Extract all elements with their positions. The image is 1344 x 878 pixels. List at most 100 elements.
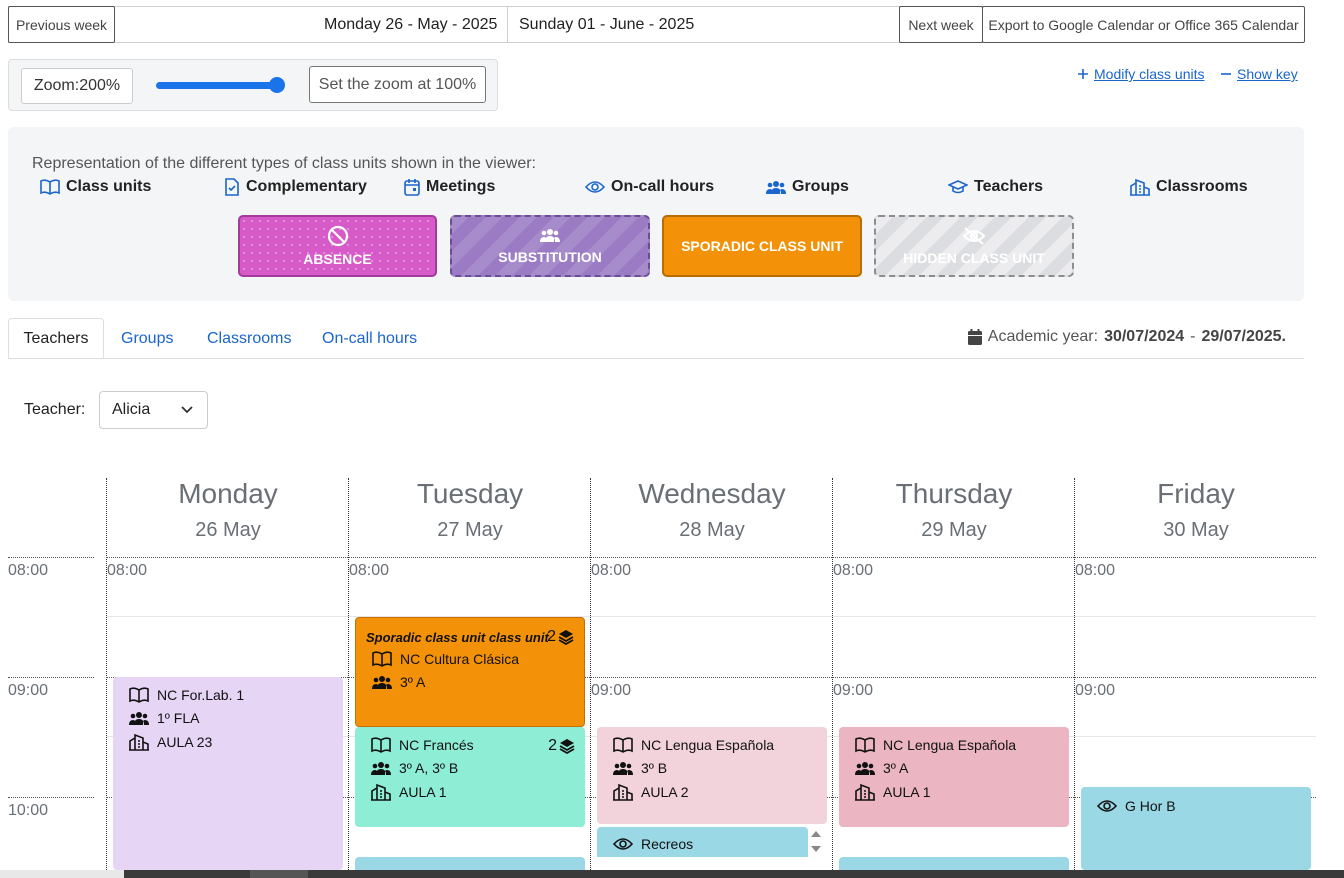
key-box-label: HIDDEN CLASS UNIT xyxy=(903,250,1045,266)
time-label: 09:00 xyxy=(8,682,49,699)
eye-icon xyxy=(585,180,605,194)
event-room-row: AULA 23 xyxy=(129,733,212,751)
event-group-row: 3º A xyxy=(855,760,908,776)
day-name-friday: Friday xyxy=(1157,478,1235,509)
event-room: AULA 1 xyxy=(399,784,447,800)
show-key-link[interactable]: Show key xyxy=(1220,66,1298,82)
building-icon xyxy=(129,733,149,751)
event-label-row: Recreos xyxy=(613,836,693,852)
time-label: 09:00 xyxy=(833,682,874,699)
event-room: AULA 2 xyxy=(641,784,689,800)
academic-year-end: 29/07/2025. xyxy=(1201,328,1286,345)
event-subject-row: NC Francés xyxy=(371,737,474,753)
on-call-hour-event[interactable]: G Hor B xyxy=(1081,787,1311,870)
caret-down-icon[interactable] xyxy=(810,845,822,853)
time-label: 10:00 xyxy=(8,802,49,819)
event-label: Recreos xyxy=(641,836,694,852)
key-box-label: ABSENCE xyxy=(303,251,372,267)
users-icon xyxy=(372,674,392,690)
day-name-wednesday: Wednesday xyxy=(638,478,786,509)
event-room-row: AULA 1 xyxy=(371,783,446,801)
zoom-slider-track[interactable] xyxy=(156,82,282,89)
event-group-row: 1º FLA xyxy=(129,710,199,726)
book-icon xyxy=(613,737,633,753)
modify-class-units-label: Modify class units xyxy=(1094,66,1205,82)
scrollbar-left-segment xyxy=(0,870,124,878)
ban-icon xyxy=(327,225,349,247)
calendar-icon xyxy=(404,178,420,196)
key-box-label: SPORADIC CLASS UNIT xyxy=(681,238,843,254)
show-key-label: Show key xyxy=(1237,66,1298,82)
reset-zoom-button[interactable]: Set the zoom at 100% xyxy=(309,66,486,103)
event-partial[interactable] xyxy=(355,857,585,870)
export-calendar-button[interactable]: Export to Google Calendar or Office 365 … xyxy=(982,6,1305,43)
zoom-slider-thumb[interactable] xyxy=(269,77,285,93)
eye-icon xyxy=(613,837,633,851)
building-icon xyxy=(1130,178,1150,196)
key-box-label: SUBSTITUTION xyxy=(498,249,602,265)
hour-line xyxy=(106,557,1316,558)
class-unit-event[interactable]: 2 NC Francés 3º A, 3º B AULA 1 xyxy=(355,727,585,827)
book-icon xyxy=(371,737,391,753)
teacher-select[interactable]: Alicia xyxy=(99,391,208,429)
event-subject-row: NC Cultura Clásica xyxy=(372,651,519,667)
event-group-row: 3º B xyxy=(613,760,667,776)
academic-year-separator: - xyxy=(1190,328,1196,345)
building-icon xyxy=(613,783,633,801)
building-icon xyxy=(855,783,875,801)
file-check-icon xyxy=(224,178,240,196)
scrollbar-thumb[interactable] xyxy=(250,870,308,878)
key-item-complementary: Complementary xyxy=(224,178,367,196)
day-separator xyxy=(1074,478,1075,870)
tab-teachers[interactable]: Teachers xyxy=(8,318,104,359)
academic-year-label: Academic year: xyxy=(987,328,1099,345)
time-label: 09:00 xyxy=(1075,682,1116,699)
key-panel: Representation of the different types of… xyxy=(8,127,1304,301)
day-name-monday: Monday xyxy=(178,478,278,509)
sporadic-class-unit-event[interactable]: Sporadic class unit class unit 2 NC Cult… xyxy=(355,617,585,727)
teacher-select-value: Alicia xyxy=(112,401,151,418)
minus-icon xyxy=(1220,68,1232,80)
event-count: 2 xyxy=(548,737,575,755)
key-item-classrooms: Classrooms xyxy=(1130,178,1248,196)
day-separator xyxy=(832,478,833,870)
academic-year-start: 30/07/2024 xyxy=(1104,328,1185,345)
zoom-panel: Zoom:200% Set the zoom at 100% xyxy=(8,59,498,111)
class-unit-event[interactable]: NC Lengua Española 3º B AULA 2 xyxy=(597,727,827,824)
caret-up-icon[interactable] xyxy=(810,830,824,838)
book-icon xyxy=(372,651,392,667)
event-group: 3º A xyxy=(400,674,426,690)
key-box-substitution: SUBSTITUTION xyxy=(450,215,650,277)
tab-on-call-hours[interactable]: On-call hours xyxy=(322,318,417,359)
date-divider xyxy=(507,7,508,42)
on-call-hour-event[interactable]: Recreos xyxy=(597,827,808,857)
class-unit-event[interactable]: NC Lengua Española 3º A AULA 1 xyxy=(839,727,1069,827)
modify-class-units-link[interactable]: Modify class units xyxy=(1077,66,1204,82)
event-count-value: 2 xyxy=(548,737,557,754)
tab-groups[interactable]: Groups xyxy=(121,318,173,359)
tab-classrooms[interactable]: Classrooms xyxy=(207,318,291,359)
key-item-label: Class units xyxy=(66,178,152,195)
time-label: 08:00 xyxy=(8,562,49,579)
event-count-value: 2 xyxy=(547,628,556,645)
day-date-tuesday: 27 May xyxy=(437,519,503,541)
week-navigation-bar: Previous week Monday 26 - May - 2025 Sun… xyxy=(8,6,1305,43)
key-title: Representation of the different types of… xyxy=(32,155,536,172)
event-subject: NC Lengua Española xyxy=(641,737,775,753)
event-partial[interactable] xyxy=(839,857,1069,870)
key-box-absence: ABSENCE xyxy=(238,215,437,277)
event-subject: NC Francés xyxy=(399,737,474,753)
class-unit-event[interactable]: NC For.Lab. 1 1º FLA AULA 23 xyxy=(113,677,343,870)
scroll-arrows[interactable] xyxy=(810,830,824,856)
day-date-friday: 30 May xyxy=(1163,519,1229,541)
book-icon xyxy=(40,179,60,195)
users-icon xyxy=(766,179,786,195)
key-item-teachers: Teachers xyxy=(948,178,1043,196)
previous-week-button[interactable]: Previous week xyxy=(8,6,115,43)
event-room: AULA 23 xyxy=(157,734,213,750)
time-label: 09:00 xyxy=(591,682,632,699)
next-week-button[interactable]: Next week xyxy=(899,6,983,43)
event-room: AULA 1 xyxy=(883,784,931,800)
horizontal-scrollbar[interactable] xyxy=(0,870,1344,878)
building-icon xyxy=(371,783,391,801)
